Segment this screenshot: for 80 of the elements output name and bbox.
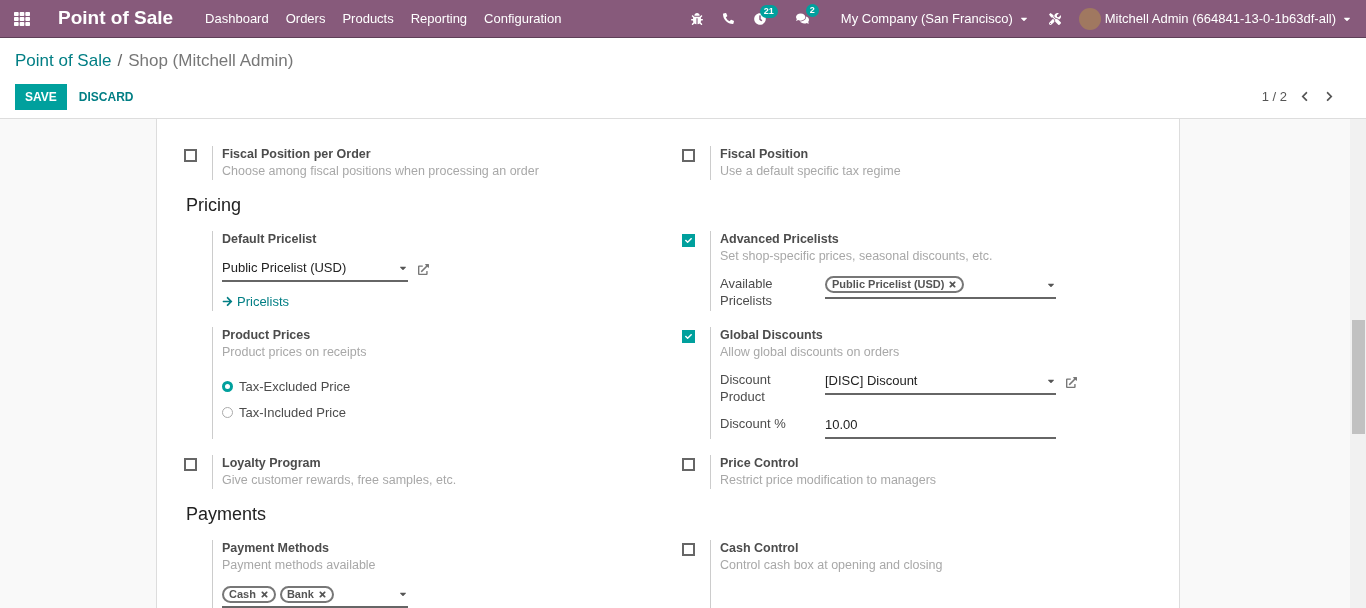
setting-description: Restrict price modification to managers [720,472,938,489]
field-label: Available Pricelists [720,274,774,309]
scrollbar-thumb[interactable] [1352,319,1365,434]
radio-button[interactable] [222,381,233,393]
nav-menu-item[interactable]: Reporting [410,8,468,29]
tag[interactable]: Public Pricelist (USD) [825,276,965,293]
app-title: Point of Sale [58,6,174,31]
external-link-icon[interactable] [1066,377,1077,388]
radio-label: Tax-Excluded Price [239,378,351,396]
setting-title: Fiscal Position per Order [222,145,372,163]
section-heading: Pricing [186,193,243,217]
field-value: Public Pricelist (USD) [222,258,347,277]
setting-title: Fiscal Position [720,145,810,163]
company-switcher[interactable]: My Company (San Francisco) [840,8,1029,29]
apps-menu-icon[interactable] [14,10,30,27]
nav-menu-item[interactable]: Dashboard [205,8,269,29]
checkbox[interactable] [682,330,695,343]
field-value: 10.00 [825,416,858,435]
tools-icon[interactable] [1048,12,1061,25]
scrollbar-track[interactable] [1350,118,1366,608]
setting-title: Advanced Pricelists [720,230,840,248]
setting-title: Default Pricelist [222,230,318,248]
breadcrumb-link[interactable]: Point of Sale [15,48,112,74]
bug-icon[interactable] [690,12,703,25]
discard-button[interactable]: DISCARD [66,83,146,110]
external-link-icon[interactable] [418,263,429,275]
remove-icon[interactable] [259,589,269,599]
pager-value: 1 / 2 [1261,87,1287,106]
setting-description: Give customer rewards, free samples, etc. [222,472,458,489]
save-button[interactable]: SAVE [15,83,67,110]
checkbox[interactable] [184,458,197,471]
previous-icon[interactable] [1299,91,1310,102]
message-count-badge: 2 [805,4,819,17]
setting-title: Product Prices [222,327,312,344]
next-icon[interactable] [1324,91,1335,102]
setting-description: Product prices on receipts [222,344,368,361]
setting-description: Set shop-specific prices, seasonal discounts, etc. [720,247,994,265]
select-field[interactable]: [DISC] Discount [825,371,1056,395]
checkbox[interactable] [682,543,695,556]
field-value: [DISC] Discount [825,372,918,391]
checkbox[interactable] [184,148,197,162]
field-label: Discount Product [720,371,772,405]
checkbox[interactable] [682,233,695,247]
checkbox[interactable] [682,148,695,162]
user-menu[interactable]: Mitchell Admin (664841-13-0-1b63df-all) [1104,8,1352,29]
radio-label: Tax-Included Price [239,403,346,422]
phone-icon[interactable] [722,13,734,24]
setting-description: Control cash box at opening and closing [720,557,944,574]
tags-field[interactable]: Cash Bank [222,584,408,608]
arrow-right-icon [222,295,233,307]
nav-menu-item[interactable]: Configuration [484,8,562,29]
setting-title: Payment Methods [222,540,330,557]
breadcrumb-separator: / [117,50,123,72]
link-label[interactable]: Pricelists [237,291,289,311]
setting-description: Choose among fiscal positions when processing an order [222,162,540,180]
setting-description: Allow global discounts on orders [720,344,901,361]
select-field[interactable]: 10.00 [825,415,1056,439]
nav-menu-item[interactable]: Orders [285,8,326,29]
activity-count-badge: 21 [759,4,778,18]
field-label: Discount % [720,415,787,432]
setting-title: Loyalty Program [222,455,322,472]
remove-icon[interactable] [948,280,958,289]
tag[interactable]: Cash [222,585,276,603]
check-icon [685,333,692,340]
tag[interactable]: Bank [279,585,334,603]
checkbox[interactable] [682,458,695,471]
breadcrumb-current: Shop (Mitchell Admin) [128,50,294,72]
setting-description: Payment methods available [222,557,377,574]
messages-icon[interactable] [795,12,809,25]
select-field[interactable]: Public Pricelist (USD) [222,257,408,282]
remove-icon[interactable] [317,589,327,599]
nav-menu-item[interactable]: Products [342,8,394,29]
setting-title: Cash Control [720,540,800,557]
setting-description: Use a default specific tax regime [720,162,902,180]
setting-title: Global Discounts [720,327,824,344]
tags-field[interactable]: Public Pricelist (USD) [825,274,1056,299]
setting-title: Price Control [720,455,800,472]
check-icon [685,236,692,244]
radio-button[interactable] [222,406,233,418]
section-heading: Payments [186,503,268,526]
